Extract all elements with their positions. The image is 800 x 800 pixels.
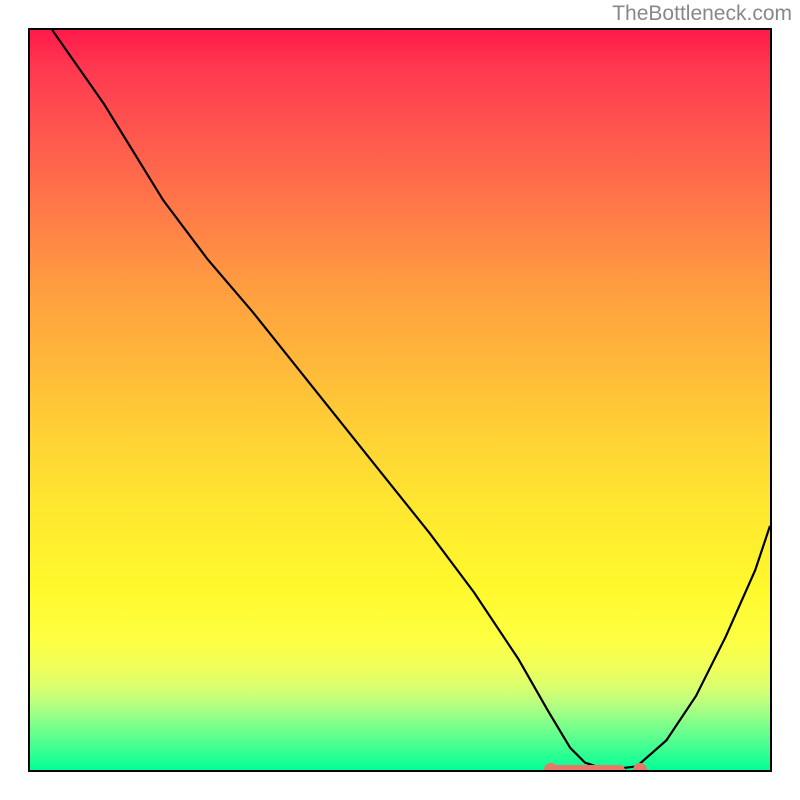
bottleneck-curve	[30, 30, 770, 770]
watermark-text: TheBottleneck.com	[612, 2, 792, 26]
chart-plot-area	[28, 28, 772, 772]
optimal-point-marker	[544, 763, 558, 772]
optimal-range-bar	[551, 765, 625, 772]
optimal-point-marker	[633, 763, 647, 772]
